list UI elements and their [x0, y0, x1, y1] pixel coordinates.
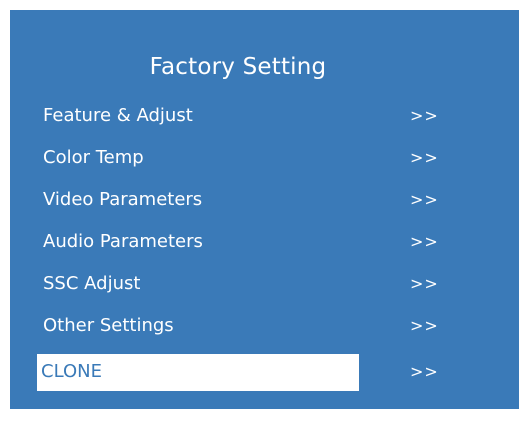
menu-item-video-parameters[interactable]: Video Parameters >>: [10, 181, 519, 223]
submenu-arrow-icon: >>: [410, 274, 439, 293]
submenu-arrow-icon: >>: [410, 106, 439, 125]
menu-item-feature-adjust[interactable]: Feature & Adjust >>: [10, 97, 519, 139]
menu-item-label: Feature & Adjust: [43, 105, 193, 126]
menu-item-label: Video Parameters: [43, 189, 203, 210]
factory-setting-menu: Factory Setting Feature & Adjust >> Colo…: [10, 10, 519, 409]
submenu-arrow-icon: >>: [410, 232, 439, 251]
menu-item-clone[interactable]: CLONE >>: [10, 349, 519, 391]
submenu-arrow-icon: >>: [410, 362, 439, 381]
menu-item-label: SSC Adjust: [43, 273, 141, 294]
menu-item-label: Color Temp: [43, 147, 144, 168]
submenu-arrow-icon: >>: [410, 148, 439, 167]
menu-item-audio-parameters[interactable]: Audio Parameters >>: [10, 223, 519, 265]
menu-item-other-settings[interactable]: Other Settings >>: [10, 307, 519, 349]
submenu-arrow-icon: >>: [410, 190, 439, 209]
menu-item-label: CLONE: [41, 361, 102, 382]
menu-item-ssc-adjust[interactable]: SSC Adjust >>: [10, 265, 519, 307]
menu-list: Feature & Adjust >> Color Temp >> Video …: [10, 97, 519, 391]
menu-item-label: Other Settings: [43, 315, 174, 336]
menu-title: Factory Setting: [149, 54, 327, 80]
menu-item-label: Audio Parameters: [43, 231, 203, 252]
menu-item-color-temp[interactable]: Color Temp >>: [10, 139, 519, 181]
submenu-arrow-icon: >>: [410, 316, 439, 335]
